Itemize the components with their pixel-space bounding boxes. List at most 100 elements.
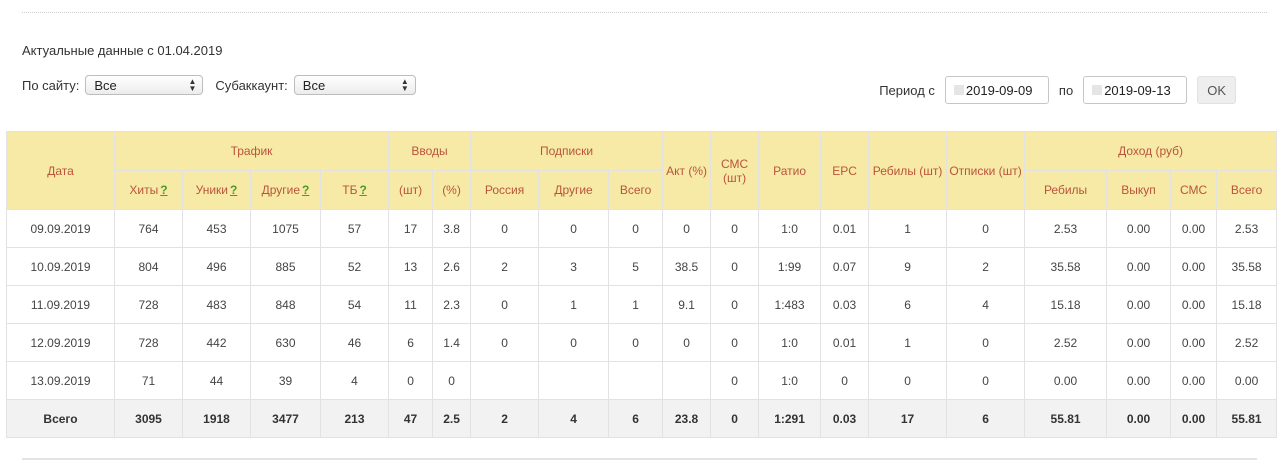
col-subs-russia: Россия bbox=[470, 170, 540, 210]
cell-date: 12.09.2019 bbox=[6, 323, 115, 362]
col-income-buyout: Выкуп bbox=[1106, 170, 1172, 210]
group-traffic: Трафик bbox=[113, 131, 390, 171]
table-cell: 13 bbox=[388, 247, 434, 286]
table-cell: 442 bbox=[182, 323, 251, 362]
col-others: Другие? bbox=[250, 170, 321, 210]
table-cell: 0 bbox=[868, 361, 948, 400]
table-cell: 0.03 bbox=[820, 285, 870, 324]
col-subs-total: Всего bbox=[608, 170, 664, 210]
total-cell: 0.00 bbox=[1106, 399, 1172, 438]
table-cell: 848 bbox=[250, 285, 321, 324]
table-cell: 2.6 bbox=[432, 247, 472, 286]
help-icon[interactable]: ? bbox=[359, 183, 366, 197]
col-inputs-count: (шт) bbox=[388, 170, 434, 210]
table-cell: 17 bbox=[388, 209, 434, 248]
select-arrows-icon: ▲ ▼ bbox=[188, 77, 197, 93]
subaccount-filter-label: Субаккаунт: bbox=[215, 77, 288, 93]
help-icon[interactable]: ? bbox=[302, 183, 309, 197]
site-select[interactable]: Все ▲ ▼ bbox=[85, 75, 204, 95]
table-cell: 0.01 bbox=[820, 209, 870, 248]
table-cell: 15.18 bbox=[1024, 285, 1108, 324]
cell-date: 13.09.2019 bbox=[6, 361, 115, 400]
select-arrows-icon: ▲ ▼ bbox=[400, 77, 409, 93]
cell-date: 10.09.2019 bbox=[6, 247, 115, 286]
table-cell: 2.52 bbox=[1216, 323, 1278, 362]
col-tb: ТБ? bbox=[319, 170, 390, 210]
table-cell: 15.18 bbox=[1216, 285, 1278, 324]
table-cell: 46 bbox=[319, 323, 390, 362]
total-cell: 0.00 bbox=[1170, 399, 1218, 438]
table-cell: 2.3 bbox=[432, 285, 472, 324]
table-cell: 1:483 bbox=[758, 285, 822, 324]
table-cell bbox=[608, 361, 664, 400]
table-cell: 35.58 bbox=[1024, 247, 1108, 286]
col-ratio: Ратио bbox=[758, 131, 822, 210]
table-cell: 0.00 bbox=[1170, 209, 1218, 248]
col-tb-label: ТБ bbox=[342, 183, 358, 197]
table-cell: 54 bbox=[319, 285, 390, 324]
filters-bar: По сайту: Все ▲ ▼ Субаккаунт: Все ▲ ▼ bbox=[22, 74, 428, 96]
col-rebills: Ребилы (шт) bbox=[868, 131, 948, 210]
total-cell: 0.03 bbox=[820, 399, 870, 438]
total-cell: 2 bbox=[470, 399, 540, 438]
table-cell: 0 bbox=[662, 323, 712, 362]
table-cell bbox=[538, 361, 610, 400]
total-cell: 47 bbox=[388, 399, 434, 438]
table-cell: 38.5 bbox=[662, 247, 712, 286]
table-cell: 2.53 bbox=[1216, 209, 1278, 248]
date-to-input[interactable]: 2019-09-13 bbox=[1083, 76, 1188, 104]
table-cell: 0.00 bbox=[1106, 361, 1172, 400]
table-cell: 1 bbox=[538, 285, 610, 324]
ok-button[interactable]: OK bbox=[1197, 76, 1236, 104]
help-icon[interactable]: ? bbox=[160, 183, 167, 197]
table-row: 09.09.2019 764 453 1075 57 17 3.8 0 0 0 0 0 1:0 0.01 1… bbox=[6, 209, 1278, 248]
subaccount-select[interactable]: Все ▲ ▼ bbox=[293, 75, 416, 95]
col-uniques-label: Уники bbox=[195, 183, 229, 197]
table-cell: 728 bbox=[114, 285, 183, 324]
total-cell: 1918 bbox=[182, 399, 251, 438]
table-cell: 0.00 bbox=[1106, 323, 1172, 362]
total-cell: 23.8 bbox=[662, 399, 712, 438]
table-cell: 1.4 bbox=[432, 323, 472, 362]
col-income-total: Всего bbox=[1216, 170, 1278, 210]
total-label: Всего bbox=[6, 399, 115, 438]
table-cell: 0 bbox=[470, 323, 540, 362]
period-from-label: Период с bbox=[879, 82, 935, 98]
table-cell: 57 bbox=[319, 209, 390, 248]
col-unsubscribes: Отписки (шт) bbox=[946, 131, 1026, 210]
col-income-rebills: Ребилы bbox=[1024, 170, 1108, 210]
table-cell: 0 bbox=[538, 209, 610, 248]
period-picker: Период с 2019-09-09 по 2019-09-13 OK bbox=[879, 76, 1236, 104]
table-cell: 2.52 bbox=[1024, 323, 1108, 362]
col-uniques: Уники? bbox=[182, 170, 251, 210]
site-select-value: Все bbox=[94, 77, 117, 93]
table-cell: 1 bbox=[868, 209, 948, 248]
table-cell: 4 bbox=[319, 361, 390, 400]
table-cell: 6 bbox=[868, 285, 948, 324]
help-icon[interactable]: ? bbox=[230, 183, 237, 197]
col-date: Дата bbox=[6, 131, 115, 210]
table-cell: 5 bbox=[608, 247, 664, 286]
table-cell: 0.00 bbox=[1170, 285, 1218, 324]
table-cell: 4 bbox=[946, 285, 1026, 324]
table-cell: 3.8 bbox=[432, 209, 472, 248]
site-filter-label: По сайту: bbox=[22, 77, 80, 93]
subaccount-select-value: Все bbox=[302, 77, 326, 93]
date-from-input[interactable]: 2019-09-09 bbox=[944, 76, 1049, 104]
table-cell: 0.00 bbox=[1170, 361, 1218, 400]
table-cell: 0 bbox=[432, 361, 472, 400]
total-cell: 1:291 bbox=[758, 399, 822, 438]
table-cell: 1:99 bbox=[758, 247, 822, 286]
table-cell: 0.00 bbox=[1106, 285, 1172, 324]
table-cell: 0 bbox=[470, 209, 540, 248]
cell-date: 09.09.2019 bbox=[6, 209, 115, 248]
total-cell: 17 bbox=[868, 399, 948, 438]
total-cell: 55.81 bbox=[1216, 399, 1278, 438]
table-cell: 496 bbox=[182, 247, 251, 286]
bottom-divider bbox=[22, 458, 1257, 460]
total-cell: 0 bbox=[710, 399, 760, 438]
table-cell: 0.00 bbox=[1170, 247, 1218, 286]
table-cell: 52 bbox=[319, 247, 390, 286]
total-cell: 213 bbox=[319, 399, 390, 438]
date-to-value: 2019-09-13 bbox=[1104, 82, 1171, 98]
